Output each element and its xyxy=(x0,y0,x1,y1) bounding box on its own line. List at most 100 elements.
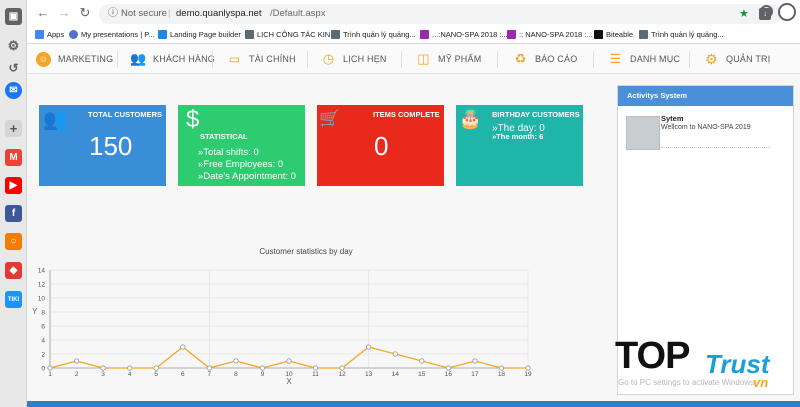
add-icon[interactable]: + xyxy=(5,120,22,137)
menu-danh-muc[interactable]: ☰ DANH MỤC xyxy=(608,44,680,74)
menu-label: QUẢN TRỊ xyxy=(726,54,771,64)
series-line xyxy=(49,346,528,369)
data-point xyxy=(525,365,531,371)
logo-text-top: TOP xyxy=(615,335,690,377)
gmail-icon[interactable]: M xyxy=(5,149,22,166)
customer-line-chart: 024681012141 2 3 4 5 6 7 8 9 10 11 12 13 14 15 16 17 18 19… xyxy=(32,268,532,387)
birthday-customers-card[interactable]: 🎂 BIRTHDAY CUSTOMERS »The day: 0 »The mo… xyxy=(456,105,583,186)
browser-sidebar: ▣ ⚙ ↺ ✉ + M ▶ f ○ ◆ TIKI xyxy=(0,0,27,407)
messenger-icon[interactable]: ✉ xyxy=(5,82,22,99)
bookmark-presentations[interactable]: My presentations | P... xyxy=(69,30,155,39)
biteable-icon xyxy=(594,30,603,39)
y-tick-label: 14 xyxy=(38,268,46,275)
data-point xyxy=(153,365,159,371)
x-tick-label: 9 xyxy=(261,371,265,378)
youtube-icon[interactable]: ▶ xyxy=(5,177,22,194)
history-icon[interactable]: ↺ xyxy=(5,59,22,76)
y-tick-label: 8 xyxy=(41,310,45,317)
x-tick-label: 7 xyxy=(208,371,212,378)
spa-icon xyxy=(420,30,429,39)
bookmark-nano-spa-1[interactable]: ...:NANO-SPA 2018 :... xyxy=(420,30,508,39)
menu-label: MARKETING xyxy=(58,54,114,64)
menu-quan-tri[interactable]: ⚙ QUẢN TRỊ xyxy=(704,44,770,74)
users-icon: 👥 xyxy=(130,51,147,66)
bookmark-biteable[interactable]: Biteable xyxy=(594,30,633,39)
bookmark-landing-page[interactable]: Landing Page builder xyxy=(158,30,241,39)
data-point xyxy=(366,344,372,350)
star-icon[interactable]: ★ xyxy=(739,4,749,24)
tiki-icon[interactable]: TIKI xyxy=(5,291,22,308)
x-tick-label: 2 xyxy=(75,371,79,378)
y-tick-label: 0 xyxy=(41,366,45,373)
statistical-card[interactable]: $ STATISTICAL »Total shifts: 0 »Free Emp… xyxy=(178,105,305,186)
items-complete-card[interactable]: 🛒 ITEMS COMPLETE 0 xyxy=(317,105,444,186)
data-point xyxy=(127,365,133,371)
menu-my-pham[interactable]: ◫ MỸ PHẨM xyxy=(416,44,481,74)
back-icon[interactable]: ← xyxy=(35,6,51,20)
shopping-icon[interactable]: ◆ xyxy=(5,262,22,279)
settings-icon[interactable]: ⚙ xyxy=(5,37,22,54)
y-axis-label: Y xyxy=(32,307,38,316)
bookmark-label: Trình quản lý quảng... xyxy=(343,30,416,39)
info-icon[interactable]: ⓘ xyxy=(108,4,118,24)
menu-marketing[interactable]: ☺ MARKETING xyxy=(36,44,113,74)
x-tick-label: 8 xyxy=(234,371,238,378)
bookmark-apps[interactable]: Apps xyxy=(35,30,64,39)
bookmark-label: ...:NANO-SPA 2018 :... xyxy=(432,30,508,39)
forward-icon[interactable]: → xyxy=(56,6,72,20)
data-point xyxy=(312,365,319,371)
bookmark-ads-manager-2[interactable]: Trình quản lý quảng... xyxy=(639,30,724,39)
x-tick-label: 18 xyxy=(498,371,506,378)
data-point xyxy=(206,365,212,371)
data-point xyxy=(419,358,425,364)
account-avatar[interactable] xyxy=(778,3,796,21)
activity-message: Wellcom to NANO-SPA 2019 xyxy=(661,124,751,131)
y-tick-label: 2 xyxy=(41,352,45,359)
y-tick-label: 12 xyxy=(38,282,46,289)
menu-label: DANH MỤC xyxy=(630,54,681,64)
profile-icon[interactable] xyxy=(760,5,773,18)
bookmark-ads-manager[interactable]: Trình quản lý quảng... xyxy=(331,30,416,39)
cake-icon: 🎂 xyxy=(459,109,482,129)
menu-tai-chinh[interactable]: ▭ TÀI CHÍNH xyxy=(227,44,296,74)
x-tick-label: 12 xyxy=(338,371,346,378)
bookmark-label: Biteable xyxy=(606,30,634,39)
data-point xyxy=(233,358,239,364)
bookmark-lich-cong-tac[interactable]: LỊCH CÔNG TÁC KIN... xyxy=(245,30,336,39)
spa-icon xyxy=(507,30,516,39)
menu-lich-hen[interactable]: ◷ LỊCH HẸN xyxy=(321,44,387,74)
birthday-month: »The month: 6 xyxy=(492,132,544,141)
reload-icon[interactable]: ↻ xyxy=(77,6,93,20)
x-tick-label: 6 xyxy=(181,371,185,378)
smile-icon: ☺ xyxy=(36,51,51,67)
search-icon[interactable]: ○ xyxy=(5,233,22,250)
toptrust-logo: TOP Trust vn xyxy=(613,335,793,397)
stat-total-shifts: »Total shifts: 0 xyxy=(198,147,259,158)
activity-divider xyxy=(661,147,771,148)
menu-bao-cao[interactable]: ♻ BÁO CÁO xyxy=(513,44,578,74)
sheet-icon xyxy=(245,30,254,39)
total-customers-card[interactable]: 👥 TOTAL CUSTOMERS 150 xyxy=(39,105,166,186)
window-icon[interactable]: ▣ xyxy=(5,8,22,25)
avatar xyxy=(626,116,660,150)
x-tick-label: 4 xyxy=(128,371,132,378)
data-point xyxy=(472,358,478,364)
wallet-icon: ▭ xyxy=(228,52,241,66)
x-tick-label: 11 xyxy=(312,371,319,378)
y-tick-label: 4 xyxy=(41,338,45,345)
data-point xyxy=(339,365,345,371)
address-bar[interactable]: ⓘ Not secure | demo.quanlyspa.net /Defau… xyxy=(99,4,781,24)
menu-khach-hang[interactable]: 👥 KHÁCH HÀNG xyxy=(130,44,215,74)
data-point xyxy=(392,351,398,357)
menu-divider xyxy=(497,51,498,68)
landing-icon xyxy=(158,30,167,39)
facebook-icon[interactable]: f xyxy=(5,205,22,222)
nav-row: ← → ↻ ⓘ Not secure | demo.quanlyspa.net … xyxy=(27,0,800,27)
windows-watermark: Go to PC settings to activate Windows. xyxy=(618,378,757,387)
bookmark-label: Trình quản lý quảng... xyxy=(651,30,724,39)
data-point xyxy=(47,365,53,371)
menu-label: LỊCH HẸN xyxy=(343,54,387,64)
x-axis-label: X xyxy=(286,377,292,386)
bookmark-nano-spa-2[interactable]: :: NANO-SPA 2018 :... xyxy=(507,30,593,39)
data-point xyxy=(259,365,266,371)
